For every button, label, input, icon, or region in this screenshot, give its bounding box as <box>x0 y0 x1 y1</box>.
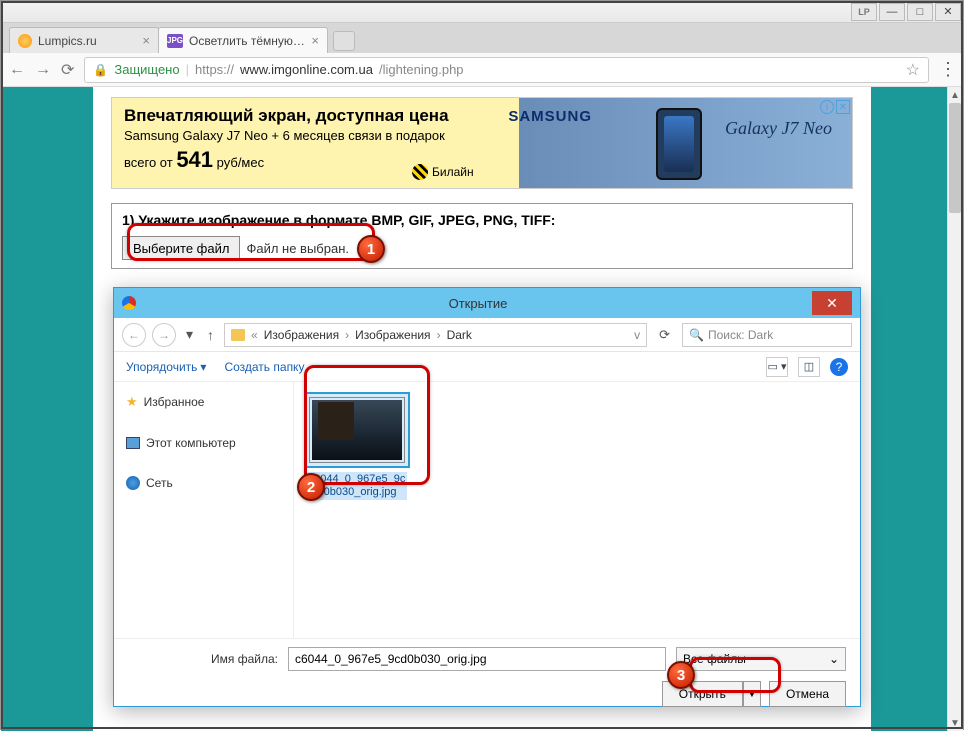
preview-pane-button[interactable]: ◫ <box>798 357 820 377</box>
dialog-toolbar: Упорядочить ▾ Создать папку ▭ ▾ ◫ ? <box>114 352 860 382</box>
browser-menu-icon[interactable]: ⋮ <box>939 59 955 80</box>
bookmark-star-icon[interactable]: ☆ <box>906 60 920 80</box>
dialog-path-input[interactable]: « Изображения › Изображения › Dark v <box>224 323 647 347</box>
help-icon[interactable]: ? <box>830 358 848 376</box>
sidebar-item-favorites[interactable]: ★Избранное <box>124 390 283 414</box>
dialog-body: ★Избранное Этот компьютер Сеть c6044_0_9… <box>114 382 860 638</box>
new-tab-button[interactable] <box>333 31 355 51</box>
ad-price: 541 <box>176 147 213 172</box>
chevron-down-icon: ▾ <box>200 360 206 374</box>
window-minimize-button[interactable]: — <box>879 3 905 21</box>
ad-banner[interactable]: Впечатляющий экран, доступная цена Samsu… <box>111 97 853 189</box>
tab-title: Осветлить тёмную фото <box>189 34 305 48</box>
browser-viewport: Впечатляющий экран, доступная цена Samsu… <box>1 87 963 731</box>
search-icon: 🔍 <box>689 328 704 342</box>
view-mode-button[interactable]: ▭ ▾ <box>766 357 788 377</box>
sidebar-item-network[interactable]: Сеть <box>124 472 283 494</box>
dialog-forward-icon[interactable]: → <box>152 323 176 347</box>
dialog-sidebar: ★Избранное Этот компьютер Сеть <box>114 382 294 638</box>
secure-label: Защищено <box>114 62 179 77</box>
files-area[interactable]: c6044_0_967e5_9cd0b030_orig.jpg <box>294 382 860 638</box>
favicon-icon <box>18 34 32 48</box>
choose-file-button[interactable]: Выберите файл <box>122 236 240 260</box>
tab-close-icon[interactable]: × <box>311 33 319 48</box>
chrome-icon <box>122 296 136 310</box>
organize-button[interactable]: Упорядочить ▾ <box>126 360 206 374</box>
file-chooser-row: Выберите файл Файл не выбран. <box>122 236 842 260</box>
callout-badge-1: 1 <box>357 235 385 263</box>
address-bar: ← → ⟳ 🔒 Защищено | https://www.imgonline… <box>1 53 963 87</box>
ad-phone-image <box>656 108 702 180</box>
url-host: www.imgonline.com.ua <box>240 62 373 77</box>
nav-reload-icon[interactable]: ⟳ <box>61 60 74 80</box>
dialog-up-arrow-icon[interactable]: ↑ <box>203 327 218 343</box>
window-maximize-button[interactable]: □ <box>907 3 933 21</box>
nav-back-icon[interactable]: ← <box>9 61 25 79</box>
upload-label: 1) Укажите изображение в формате BMP, GI… <box>122 212 842 228</box>
ad-info-icon[interactable]: i <box>820 100 834 114</box>
file-thumb-wrapper <box>304 392 410 468</box>
lock-icon: 🔒 <box>93 63 108 77</box>
star-icon: ★ <box>126 394 138 410</box>
filename-label: Имя файла: <box>128 652 278 666</box>
scroll-thumb[interactable] <box>949 103 961 213</box>
ad-galaxy-text: Galaxy J7 Neo <box>725 118 832 139</box>
open-dropdown-icon[interactable]: ▼ <box>743 681 761 707</box>
filetype-select[interactable]: Все файлы⌄ <box>676 647 846 671</box>
chevron-down-icon[interactable]: v <box>634 328 640 342</box>
file-thumbnail <box>309 397 405 463</box>
dialog-footer: Имя файла: Все файлы⌄ Открыть ▼ Отмена <box>114 638 860 719</box>
os-titlebar: LP — □ ✕ <box>1 1 963 23</box>
url-path: /lightening.php <box>379 62 464 77</box>
lp-badge: LP <box>851 3 877 21</box>
ad-brand: Билайн <box>412 164 474 180</box>
callout-badge-2: 2 <box>297 473 325 501</box>
chevron-down-icon: ⌄ <box>829 652 839 666</box>
callout-badge-3: 3 <box>667 661 695 689</box>
ad-samsung-logo: SAMSUNG <box>508 108 592 125</box>
upload-section: 1) Укажите изображение в формате BMP, GI… <box>111 203 853 269</box>
sidebar-item-pc[interactable]: Этот компьютер <box>124 432 283 454</box>
url-proto: https:// <box>195 62 234 77</box>
dialog-up-icon[interactable]: ▾ <box>182 326 197 343</box>
nav-forward-icon[interactable]: → <box>35 61 51 79</box>
dialog-back-icon[interactable]: ← <box>122 323 146 347</box>
pc-icon <box>126 437 140 449</box>
tab-title: Lumpics.ru <box>38 34 136 48</box>
tab-imgonline[interactable]: JPG Осветлить тёмную фото × <box>158 27 328 53</box>
dialog-nav-row: ← → ▾ ↑ « Изображения › Изображения › Da… <box>114 318 860 352</box>
url-input[interactable]: 🔒 Защищено | https://www.imgonline.com.u… <box>84 57 929 83</box>
favicon-jpg-icon: JPG <box>167 34 183 48</box>
breadcrumb[interactable]: Dark <box>447 328 472 342</box>
window-close-button[interactable]: ✕ <box>935 3 961 21</box>
breadcrumb[interactable]: Изображения <box>355 328 430 342</box>
filename-input[interactable] <box>288 647 666 671</box>
dialog-title: Открытие <box>144 296 812 311</box>
network-icon <box>126 476 140 490</box>
search-placeholder: Поиск: Dark <box>708 328 773 342</box>
refresh-icon[interactable]: ⟳ <box>653 327 676 343</box>
ad-close-icon[interactable]: ✕ <box>836 100 850 114</box>
scroll-down-icon[interactable]: ▼ <box>947 715 963 731</box>
folder-icon <box>231 329 245 341</box>
tab-lumpics[interactable]: Lumpics.ru × <box>9 27 159 53</box>
scroll-up-icon[interactable]: ▲ <box>947 87 963 103</box>
no-file-label: Файл не выбран. <box>246 241 349 256</box>
tab-close-icon[interactable]: × <box>142 33 150 48</box>
bee-icon <box>412 164 428 180</box>
ad-from: всего от <box>124 155 176 170</box>
file-open-dialog: Открытие ✕ ← → ▾ ↑ « Изображения › Изобр… <box>113 287 861 707</box>
vertical-scrollbar[interactable]: ▲ ▼ <box>947 87 963 731</box>
tab-strip: Lumpics.ru × JPG Осветлить тёмную фото × <box>1 23 963 53</box>
dialog-close-button[interactable]: ✕ <box>812 291 852 315</box>
dialog-search-input[interactable]: 🔍 Поиск: Dark <box>682 323 852 347</box>
breadcrumb[interactable]: Изображения <box>264 328 339 342</box>
ad-unit: руб/мес <box>213 155 264 170</box>
cancel-button[interactable]: Отмена <box>769 681 846 707</box>
ad-price-line: всего от 541 руб/мес <box>124 147 840 173</box>
dialog-titlebar[interactable]: Открытие ✕ <box>114 288 860 318</box>
new-folder-button[interactable]: Создать папку <box>224 360 304 374</box>
